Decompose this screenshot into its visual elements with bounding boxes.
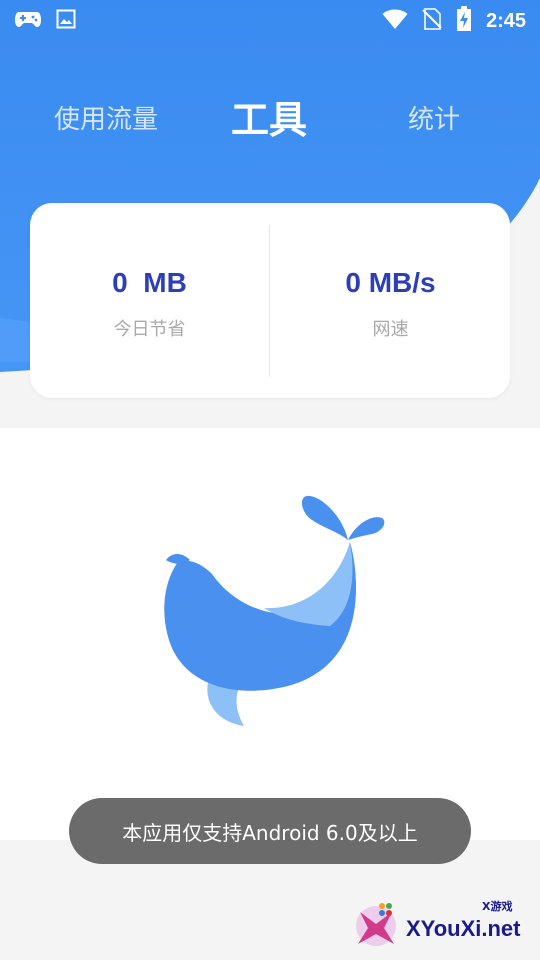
saved-today-value: 0 MB [112,267,187,298]
status-time: 2:45 [485,9,526,32]
tab-tools[interactable]: 工具 [231,90,307,150]
card-divider [269,225,270,377]
whale-icon [164,495,385,726]
watermark-tag: X游戏 [482,900,513,913]
network-speed-stat: 0 MB/s 网速 [271,203,510,398]
battery-charging-icon [456,6,472,36]
no-sim-icon [422,8,442,34]
gamepad-icon [14,8,42,34]
site-watermark: X游戏 XYouXi.net [354,894,534,954]
stats-card: 0 MB 今日节省 0 MB/s 网速 [30,203,510,398]
network-speed-value: 0 MB/s [345,267,436,298]
network-speed-label: 网速 [372,319,409,340]
watermark-brand: XYouXi.net [406,916,521,941]
tab-bar: 使用流量 工具 统计 [0,90,540,150]
tab-stats[interactable]: 统计 [408,90,460,150]
saved-today-label: 今日节省 [113,319,186,340]
wifi-icon [382,8,408,34]
watermark-logo-icon [356,903,396,946]
toast-message: 本应用仅支持Android 6.0及以上 [69,798,471,864]
tab-usage[interactable]: 使用流量 [54,90,158,150]
saved-today-stat: 0 MB 今日节省 [30,203,269,398]
status-bar: 2:45 [0,0,540,40]
image-icon [56,9,76,33]
